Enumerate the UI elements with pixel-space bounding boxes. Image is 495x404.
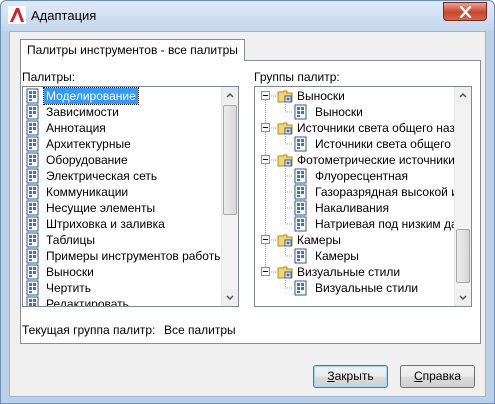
tree-node-label: Выноски <box>315 105 363 119</box>
tool-palette-icon <box>294 248 307 264</box>
dialog-client-area: Палитры инструментов - все палитры Палит… <box>9 31 486 397</box>
tool-palette-icon <box>26 216 39 232</box>
tool-palette-icon <box>26 280 39 296</box>
tree-node-label: Накаливания <box>315 201 389 215</box>
palette-list-item-label: Электрическая сеть <box>46 169 158 183</box>
palette-list-item-label: Коммуникации <box>46 185 129 199</box>
palette-list-item-label: Оборудование <box>46 153 128 167</box>
palette-groups-label: Группы палитр: <box>254 70 340 84</box>
palette-list-item-label: Аннотация <box>46 121 106 135</box>
palette-list-item-label: Редактировать <box>46 297 129 307</box>
tool-palette-icon <box>26 248 39 264</box>
palette-groups-tree[interactable]: Визуальные стили Визуальные стили Камеры Ка… <box>254 86 472 307</box>
tool-palette-icon <box>294 184 307 200</box>
scroll-down-button[interactable] <box>455 289 471 306</box>
close-icon <box>459 6 472 18</box>
help-button-mnemonic: С <box>413 369 423 383</box>
palettes-scrollbar[interactable] <box>221 87 238 306</box>
tool-palette-icon <box>26 168 39 184</box>
scroll-down-button[interactable] <box>222 289 238 306</box>
chevron-down-icon <box>459 295 467 301</box>
title-bar[interactable]: Адаптация <box>1 1 494 31</box>
tool-palette-icon <box>294 168 307 184</box>
tool-palette-icon <box>294 200 307 216</box>
folder-icon <box>277 122 293 135</box>
palette-list-item-label: Архитектурные <box>46 137 131 151</box>
tab-all-palettes[interactable]: Палитры инструментов - все палитры <box>20 39 245 61</box>
chevron-down-icon <box>226 295 234 301</box>
palette-list-item-label: Штриховка и заливка <box>46 217 165 231</box>
palette-list-item-label: Выноски <box>46 265 94 279</box>
current-group-label: Текущая группа палитр: <box>22 323 156 337</box>
close-button-label: акрыть <box>334 369 374 383</box>
window-close-button[interactable] <box>443 2 487 21</box>
palette-list-item-label: Примеры инструментов работы с <box>46 249 233 263</box>
palettes-listbox[interactable]: Редактировать Чертить Выноски Примеры инстр… <box>22 86 239 307</box>
scroll-thumb[interactable] <box>456 229 470 283</box>
tree-node-label: Выноски <box>297 89 345 103</box>
tree-node-label: Камеры <box>297 233 341 247</box>
folder-icon <box>277 154 293 167</box>
palette-list-item-label: Чертить <box>46 281 92 295</box>
palette-list-item-label: Моделирование <box>43 87 139 105</box>
tree-node-label: Камеры <box>315 249 359 263</box>
dialog-window: Адаптация Палитры инструментов - все пал… <box>0 0 495 404</box>
folder-icon <box>277 90 293 103</box>
tool-palette-icon <box>26 104 39 120</box>
close-button[interactable]: Закрыть <box>313 365 388 388</box>
tool-palette-icon <box>26 152 39 168</box>
collapse-icon[interactable] <box>261 267 270 276</box>
tool-palette-icon <box>26 200 39 216</box>
tool-palette-icon <box>294 104 307 120</box>
help-button[interactable]: Справка <box>400 365 475 388</box>
tool-palette-icon <box>26 136 39 152</box>
palettes-label: Палитры: <box>22 70 76 84</box>
tool-palette-icon <box>294 280 307 296</box>
current-group-value: Все палитры <box>164 323 236 337</box>
tree-node-label: Флуоресцентная <box>315 169 408 183</box>
tool-palette-icon <box>294 216 307 232</box>
chevron-up-icon <box>226 92 234 98</box>
tree-node-label: Фотометрические источники с <box>297 153 465 167</box>
chevron-up-icon <box>459 92 467 98</box>
tool-palette-icon <box>26 88 39 104</box>
collapse-icon[interactable] <box>261 235 270 244</box>
tab-panel: Палитры: Группы палитр: Редактировать Чер… <box>20 60 481 344</box>
collapse-icon[interactable] <box>261 155 270 164</box>
window-title: Адаптация <box>31 8 97 23</box>
folder-icon <box>277 266 293 279</box>
tree-node-label: Источники света общего назн <box>297 121 462 135</box>
tool-palette-icon <box>26 296 39 306</box>
tree-node-label: Натриевая под низким да <box>315 217 458 231</box>
collapse-icon[interactable] <box>261 91 270 100</box>
palette-list-item-label: Зависимости <box>46 105 119 119</box>
tree-node-label: Газоразрядная высокой и <box>315 185 458 199</box>
autocad-icon <box>8 6 26 24</box>
folder-icon <box>277 234 293 247</box>
tool-palette-icon <box>26 184 39 200</box>
tree-node-label: Источники света общего н <box>315 137 461 151</box>
scroll-up-button[interactable] <box>222 87 238 104</box>
close-button-mnemonic: З <box>327 369 335 383</box>
groups-scrollbar[interactable] <box>454 87 471 306</box>
palette-list-item-label: Несущие элементы <box>46 201 156 215</box>
tool-palette-icon <box>26 264 39 280</box>
help-button-label: правка <box>422 369 462 383</box>
palette-list-item-label: Таблицы <box>46 233 96 247</box>
tool-palette-icon <box>294 136 307 152</box>
tool-palette-icon <box>26 120 39 136</box>
tree-node-label: Визуальные стили <box>315 281 419 295</box>
scroll-up-button[interactable] <box>455 87 471 104</box>
tree-node-label: Визуальные стили <box>297 265 401 279</box>
tool-palette-icon <box>26 232 39 248</box>
scroll-thumb[interactable] <box>223 105 237 215</box>
collapse-icon[interactable] <box>261 123 270 132</box>
